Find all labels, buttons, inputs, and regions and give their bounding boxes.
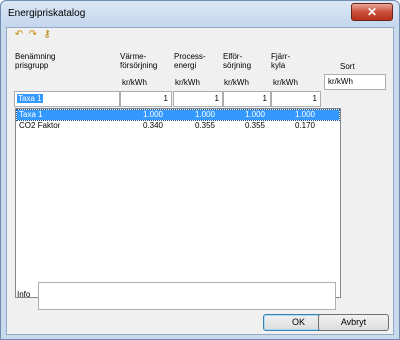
header-heat: Värme- försörjning xyxy=(120,52,157,70)
list-item-name: CO2 Faktor xyxy=(19,121,61,130)
process-input[interactable]: 1 xyxy=(173,91,223,107)
header-heat-line1: Värme- xyxy=(120,52,147,61)
redo-icon[interactable]: ↷ xyxy=(27,29,39,41)
list-item-cooling: 1.000 xyxy=(294,110,315,119)
header-process-line1: Process- xyxy=(174,52,206,61)
header-electric-line1: Elför- xyxy=(223,52,243,61)
cancel-button[interactable]: Avbryt xyxy=(318,314,389,331)
list-item-heat: 0.340 xyxy=(142,121,163,130)
list-item-name: Taxa 1 xyxy=(19,110,43,119)
unit-electric: kr/kWh xyxy=(224,78,249,87)
header-process: Process- energi xyxy=(174,52,206,70)
sort-field[interactable]: kr/kWh xyxy=(324,74,386,90)
list-item-electric: 0.355 xyxy=(244,121,265,130)
list-item-cooling: 0.170 xyxy=(294,121,315,130)
header-electric: Elför- sörjning xyxy=(223,52,251,70)
list-item[interactable]: CO2 Faktor 0.340 0.355 0.355 0.170 xyxy=(17,121,339,131)
header-sort: Sort xyxy=(340,62,355,71)
header-process-line2: energi xyxy=(174,61,197,70)
price-list[interactable]: Taxa 1 1.000 1.000 1.000 1.000 CO2 Fakto… xyxy=(15,108,341,298)
undo-icon[interactable]: ↶ xyxy=(13,29,25,41)
list-item[interactable]: Taxa 1 1.000 1.000 1.000 1.000 xyxy=(16,109,340,121)
dialog-window: Energipriskatalog ✕ ↶ ↷ ⚷ Benämning pris… xyxy=(0,0,400,340)
unit-heat: kr/kWh xyxy=(122,78,147,87)
close-button[interactable]: ✕ xyxy=(351,3,393,21)
header-electric-line2: sörjning xyxy=(223,61,252,70)
key-icon[interactable]: ⚷ xyxy=(41,29,53,41)
header-name: Benämning prisgrupp xyxy=(15,52,55,70)
info-label: Info xyxy=(17,290,31,299)
unit-cooling: kr/kWh xyxy=(273,78,298,87)
cooling-input[interactable]: 1 xyxy=(271,91,321,107)
sort-value: kr/kWh xyxy=(328,77,353,86)
list-item-electric: 1.000 xyxy=(244,110,265,119)
list-item-process: 0.355 xyxy=(194,121,215,130)
name-input[interactable]: Taxa 1 xyxy=(14,91,120,107)
header-heat-line2: försörjning xyxy=(120,61,158,70)
header-cooling: Fjärr- kyla xyxy=(271,52,290,70)
header-cooling-line1: Fjärr- xyxy=(271,52,291,61)
heat-input[interactable]: 1 xyxy=(120,91,172,107)
title-bar[interactable]: Energipriskatalog ✕ xyxy=(1,1,399,27)
list-item-process: 1.000 xyxy=(194,110,215,119)
info-field[interactable] xyxy=(38,282,336,310)
header-name-line2: prisgrupp xyxy=(15,61,49,70)
list-item-heat: 1.000 xyxy=(142,110,163,119)
dialog-client-area: ↶ ↷ ⚷ Benämning prisgrupp Värme- försörj… xyxy=(6,27,394,335)
name-input-value: Taxa 1 xyxy=(17,94,43,103)
window-title: Energipriskatalog xyxy=(8,8,86,19)
header-name-line1: Benämning xyxy=(15,52,56,61)
header-cooling-line2: kyla xyxy=(271,61,286,70)
electric-input[interactable]: 1 xyxy=(223,91,271,107)
unit-process: kr/kWh xyxy=(175,78,200,87)
